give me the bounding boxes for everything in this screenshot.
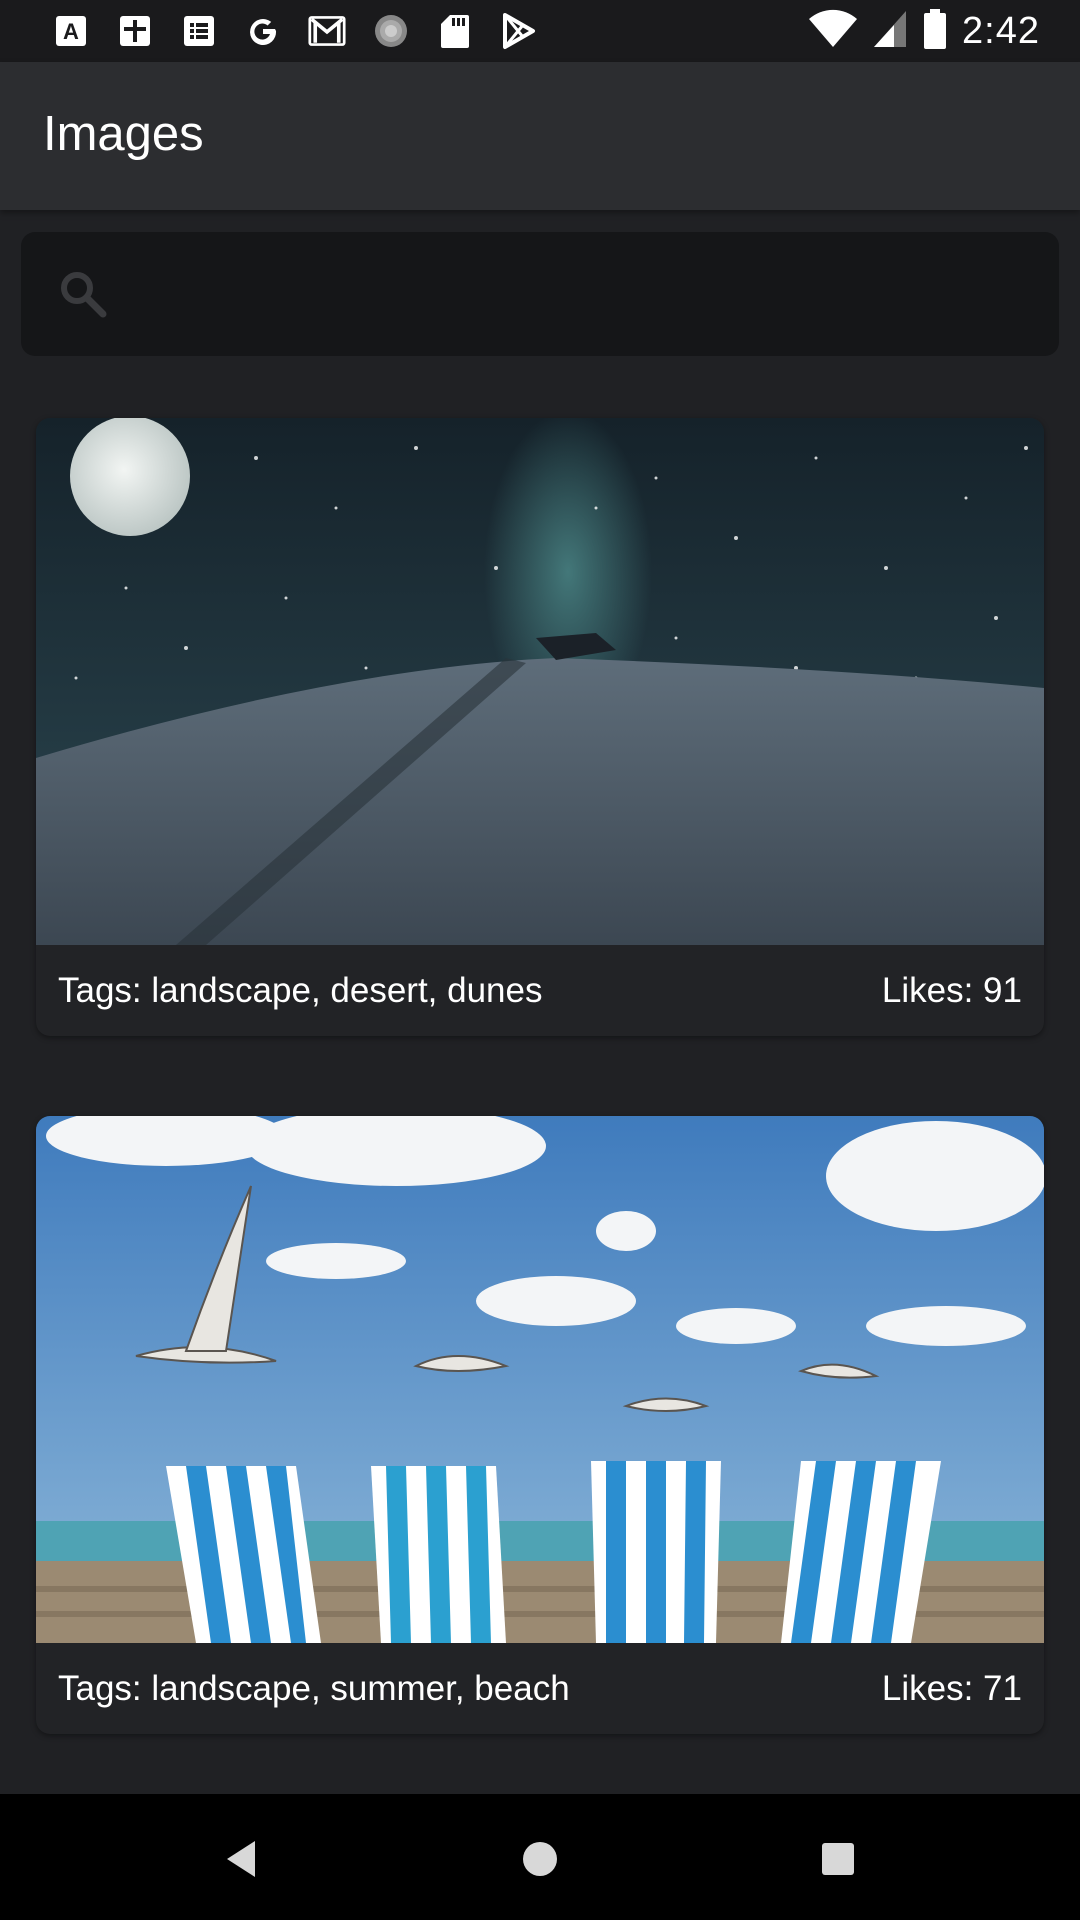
list-icon <box>180 12 218 50</box>
card-likes: Likes: 91 <box>881 970 1022 1010</box>
search-icon <box>57 268 109 320</box>
home-icon <box>523 1842 557 1876</box>
google-icon <box>244 12 282 50</box>
card-footer: Tags: landscape, summer, beach Likes: 71 <box>36 1643 1044 1734</box>
card-tags: Tags: landscape, desert, dunes <box>58 970 543 1010</box>
image-card[interactable]: Tags: landscape, summer, beach Likes: 71 <box>36 1116 1044 1734</box>
gmail-icon <box>308 12 346 50</box>
navigation-bar <box>0 1794 1080 1920</box>
sd-card-icon <box>436 12 474 50</box>
recents-icon <box>822 1843 854 1875</box>
circle-progress-icon <box>372 12 410 50</box>
svg-text:A: A <box>63 19 79 44</box>
search-bar[interactable] <box>21 232 1059 356</box>
card-footer: Tags: landscape, desert, dunes Likes: 91 <box>36 945 1044 1036</box>
status-right: 2:42 <box>808 8 1040 54</box>
card-image-beach[interactable] <box>36 1116 1044 1643</box>
recents-button[interactable] <box>805 1826 871 1892</box>
home-button[interactable] <box>507 1826 573 1892</box>
a-icon: A <box>52 12 90 50</box>
wifi-icon <box>808 9 858 54</box>
back-icon <box>227 1841 255 1877</box>
play-store-icon <box>500 12 538 50</box>
card-likes: Likes: 71 <box>881 1668 1022 1708</box>
app-bar: Images <box>0 62 1080 210</box>
back-button[interactable] <box>208 1826 274 1892</box>
battery-icon <box>922 8 948 55</box>
status-bar: A 2:42 <box>0 0 1080 62</box>
clock: 2:42 <box>962 9 1040 52</box>
card-image-desert[interactable] <box>36 418 1044 945</box>
page-title: Images <box>43 107 204 161</box>
plus-box-icon <box>116 12 154 50</box>
card-tags: Tags: landscape, summer, beach <box>58 1668 570 1708</box>
image-card[interactable]: Tags: landscape, desert, dunes Likes: 91 <box>36 418 1044 1036</box>
signal-icon <box>872 9 908 54</box>
notification-icons: A <box>52 12 538 50</box>
search-input[interactable] <box>131 256 1035 334</box>
